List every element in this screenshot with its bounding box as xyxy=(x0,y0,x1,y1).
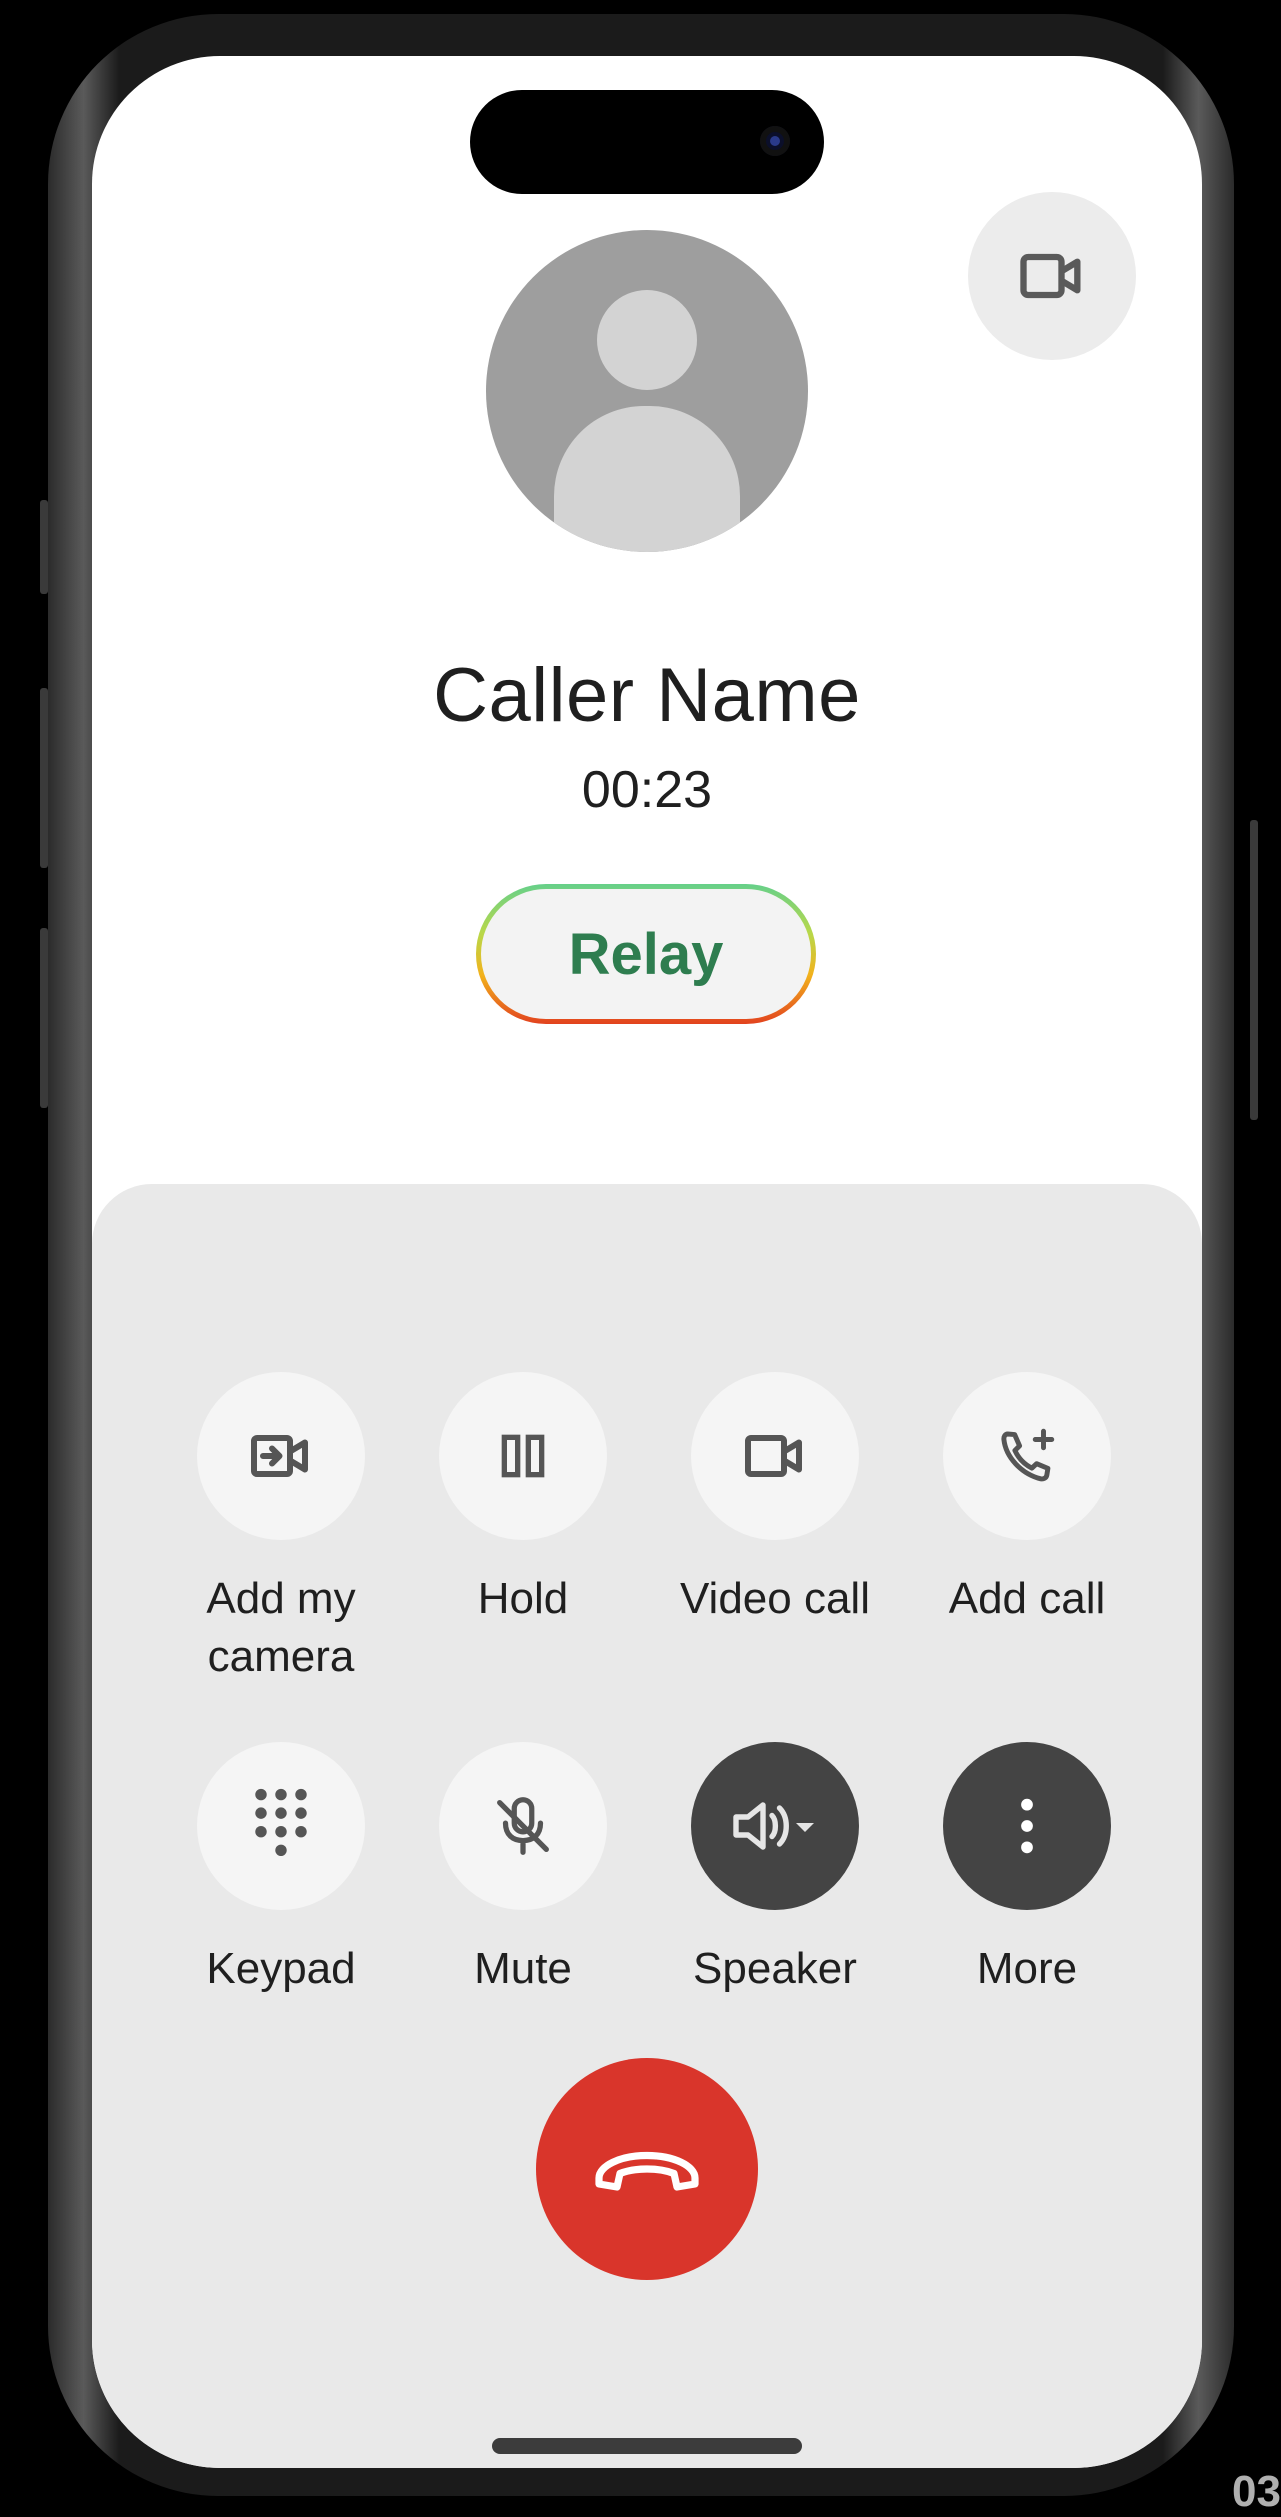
slide-number: 03 xyxy=(1232,2467,1281,2516)
more-label: More xyxy=(976,1944,1078,1993)
relay-label: Relay xyxy=(481,889,811,1019)
hold-button[interactable]: Hold xyxy=(398,1372,648,1628)
speaker-icon xyxy=(733,1802,814,1850)
switch-to-video-button[interactable] xyxy=(968,192,1136,360)
keypad-label: Keypad xyxy=(206,1944,356,1993)
hold-label: Hold xyxy=(477,1574,569,1623)
caller-name: Caller Name xyxy=(433,653,861,738)
video-call-button[interactable]: Video call xyxy=(650,1372,900,1628)
relay-button[interactable]: Relay xyxy=(476,884,816,1024)
avatar-body xyxy=(554,406,740,552)
mute-label: Mute xyxy=(474,1944,572,1993)
pause-icon xyxy=(501,1434,545,1478)
add-my-camera-label: Add my camera xyxy=(206,1574,356,1681)
add-call-icon xyxy=(1001,1428,1055,1482)
call-end-icon xyxy=(595,2151,699,2191)
add-my-camera-button[interactable]: Add my camera xyxy=(156,1372,406,1686)
power-button xyxy=(1250,820,1258,1120)
front-camera xyxy=(760,126,790,156)
mic-off-icon xyxy=(497,1797,549,1855)
add-call-button[interactable]: Add call xyxy=(902,1372,1152,1628)
action-button xyxy=(40,500,48,594)
avatar-head xyxy=(597,290,697,390)
more-vert-icon xyxy=(1021,1798,1033,1854)
video-camera-icon xyxy=(1020,253,1081,299)
phone-screen: Caller Name 00:23 Relay Add my camera Ho… xyxy=(92,56,1202,2468)
speaker-label: Speaker xyxy=(693,1944,857,1993)
volume-up-button xyxy=(40,688,48,868)
add-camera-icon xyxy=(251,1435,308,1477)
dialpad-icon xyxy=(255,1788,307,1856)
more-button[interactable]: More xyxy=(902,1742,1152,1998)
mute-button[interactable]: Mute xyxy=(398,1742,648,1998)
chevron-down-icon xyxy=(796,1823,814,1832)
volume-down-button xyxy=(40,928,48,1108)
keypad-button[interactable]: Keypad xyxy=(156,1742,406,1998)
video-camera-icon xyxy=(745,1435,802,1477)
speaker-button[interactable]: Speaker xyxy=(650,1742,900,1998)
caller-avatar xyxy=(486,230,808,552)
add-call-label: Add call xyxy=(948,1574,1106,1623)
dynamic-island xyxy=(470,90,824,194)
video-call-label: Video call xyxy=(680,1574,870,1623)
home-indicator[interactable] xyxy=(492,2438,802,2454)
call-timer: 00:23 xyxy=(581,761,713,819)
end-call-button[interactable] xyxy=(536,2058,758,2280)
call-controls-panel: Add my camera Hold Video call Add call K… xyxy=(92,1184,1202,2468)
